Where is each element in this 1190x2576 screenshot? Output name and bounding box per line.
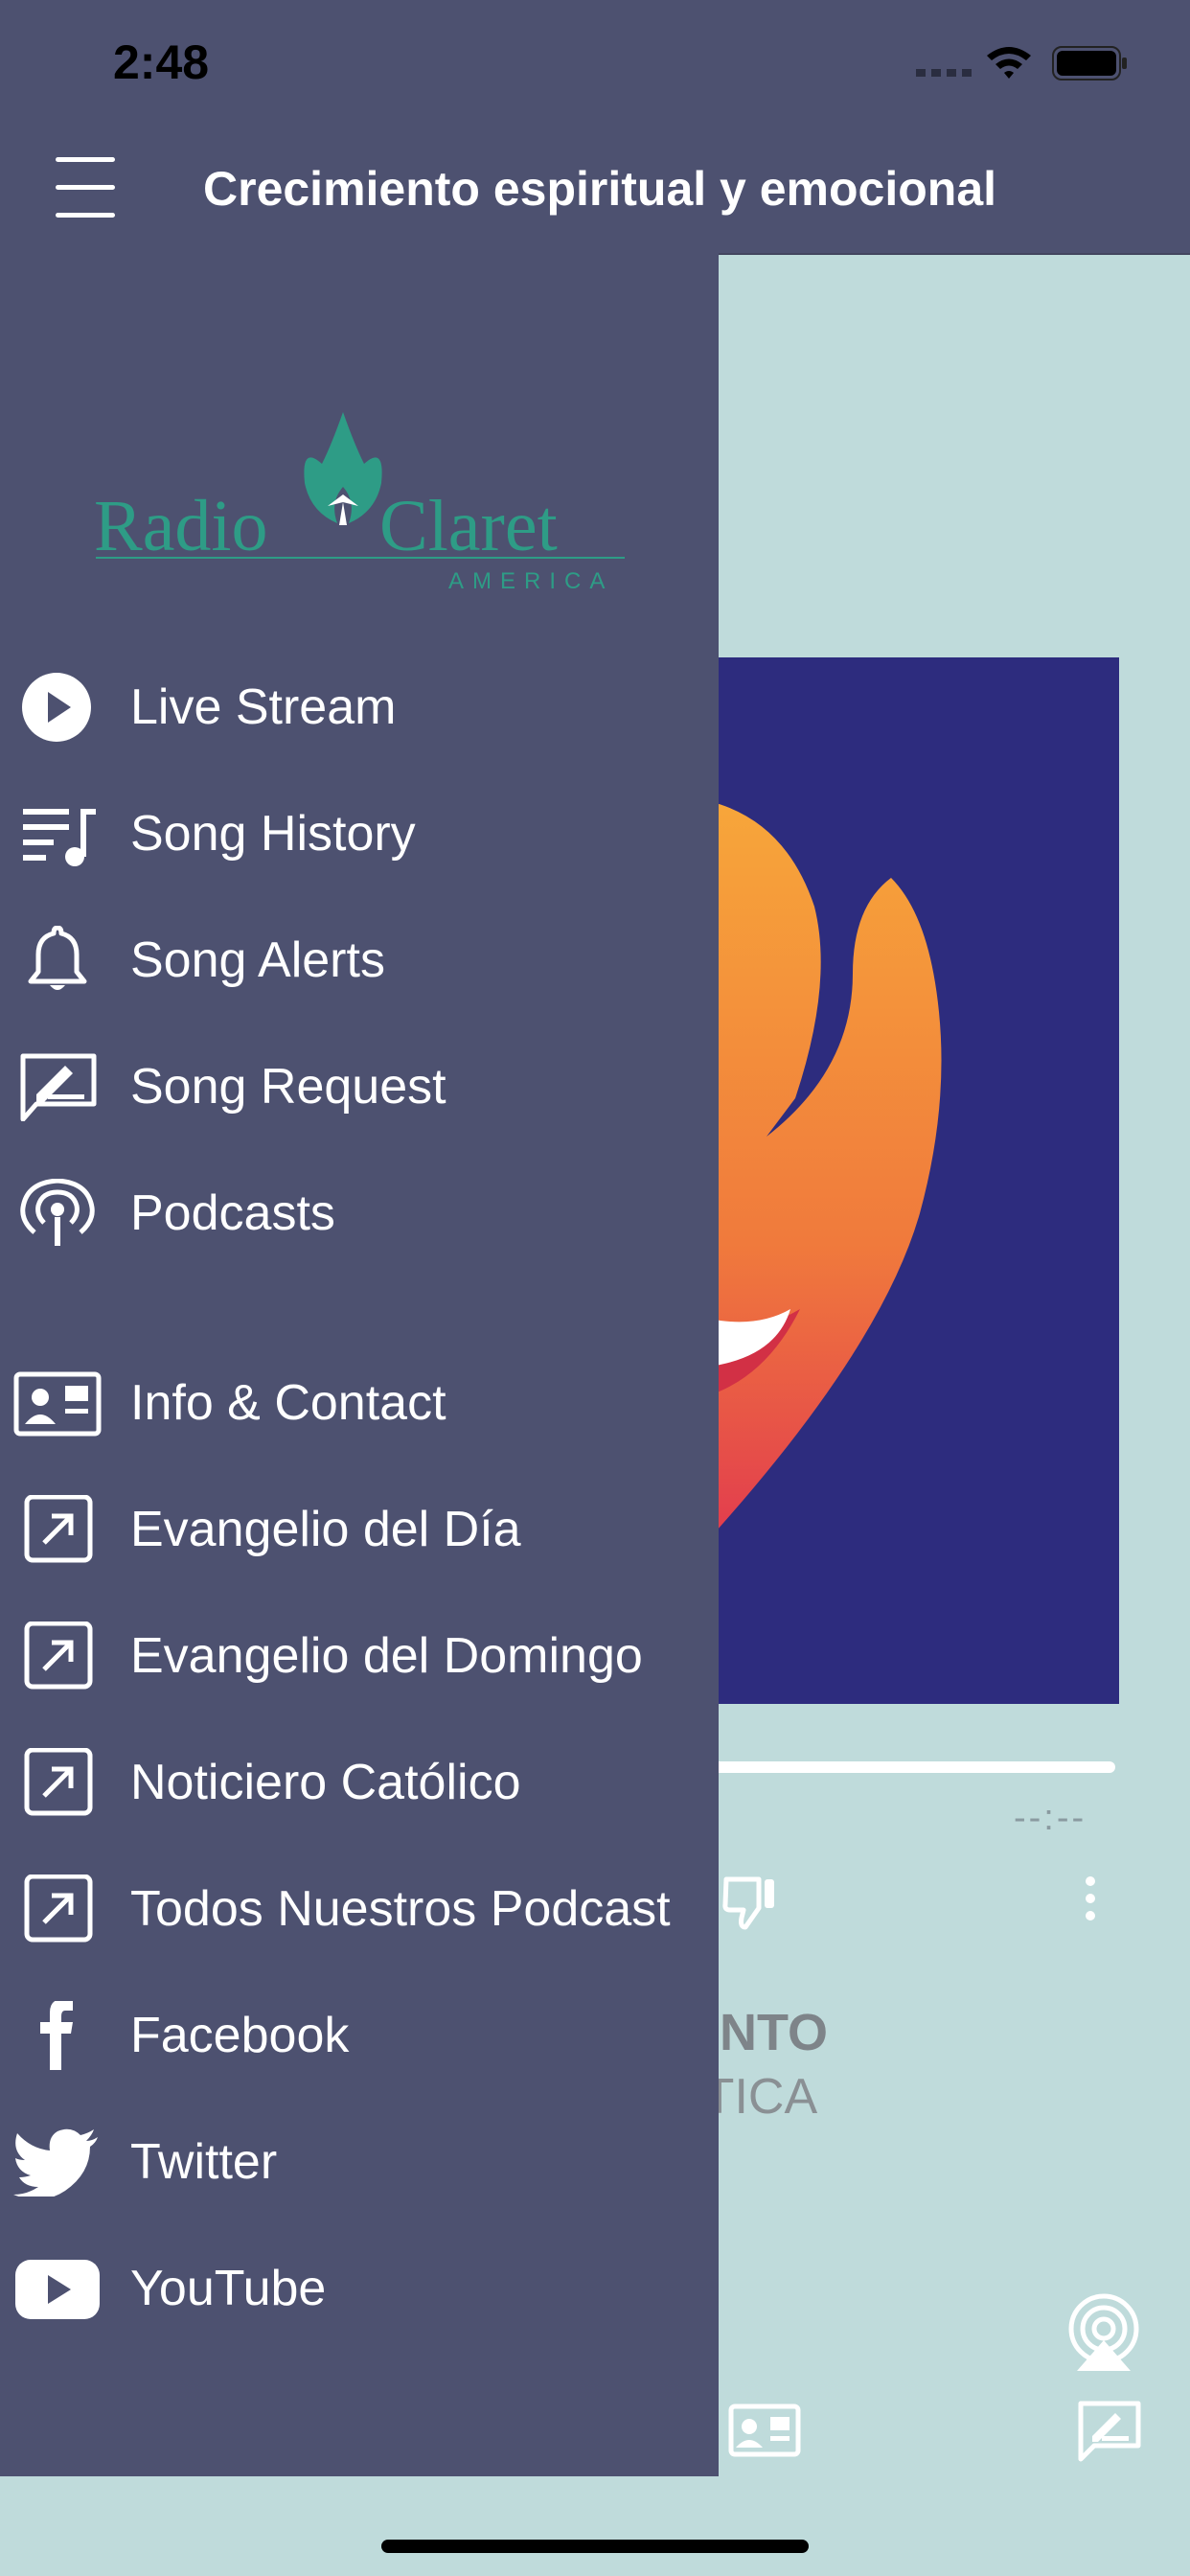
menu-item-podcasts[interactable]: Podcasts — [0, 1160, 719, 1265]
app-header: Crecimiento espiritual y emocional — [0, 134, 1190, 255]
external-link-icon — [24, 1748, 93, 1816]
external-link-icon — [24, 1874, 93, 1943]
menu-item-evangelio-del-dia[interactable]: Evangelio del Día — [0, 1476, 719, 1581]
menu-item-noticiero-catolico[interactable]: Noticiero Católico — [0, 1729, 719, 1834]
menu-item-label: Info & Contact — [130, 1375, 446, 1431]
menu-item-evangelio-del-domingo[interactable]: Evangelio del Domingo — [0, 1602, 719, 1708]
cellular-signal-icon — [916, 69, 972, 77]
time-remaining: --:-- — [1014, 1798, 1087, 1838]
menu-item-label: Live Stream — [130, 679, 397, 735]
status-time: 2:48 — [113, 35, 210, 89]
flame-logo-artwork — [709, 801, 942, 1539]
menu-item-label: Song Alerts — [130, 932, 385, 988]
svg-text:AMERICA: AMERICA — [448, 568, 613, 594]
menu-item-label: Evangelio del Día — [130, 1502, 521, 1557]
progress-bar[interactable] — [709, 1761, 1115, 1773]
battery-icon — [1052, 46, 1127, 80]
play-circle-icon — [22, 673, 91, 742]
music-list-icon — [23, 809, 96, 866]
external-link-icon — [24, 1622, 93, 1690]
svg-text:Radio: Radio — [94, 486, 268, 566]
menu-item-label: Podcasts — [130, 1185, 335, 1241]
more-options-icon[interactable] — [1071, 1874, 1110, 1927]
menu-icon[interactable] — [56, 157, 115, 218]
navigation-drawer: Radio Claret AMERICA Live Stream Song Hi… — [0, 253, 719, 2476]
album-art — [709, 657, 1119, 1704]
svg-text:Claret: Claret — [379, 486, 558, 566]
menu-item-song-history[interactable]: Song History — [0, 780, 719, 886]
home-indicator — [381, 2540, 809, 2553]
contact-card-icon — [13, 1371, 102, 1437]
menu-item-label: Facebook — [130, 2008, 350, 2063]
airplay-icon[interactable] — [1064, 2292, 1144, 2373]
external-link-icon — [24, 1495, 93, 1563]
menu-item-todos-nuestros-podcast[interactable]: Todos Nuestros Podcast — [0, 1855, 719, 1961]
menu-item-song-request[interactable]: Song Request — [0, 1033, 719, 1138]
podcast-icon — [20, 1179, 95, 1246]
menu-item-youtube[interactable]: YouTube — [0, 2235, 719, 2340]
wifi-icon — [987, 47, 1031, 79]
youtube-icon — [15, 2260, 100, 2319]
menu-item-label: Song Request — [130, 1059, 446, 1115]
menu-item-live-stream[interactable]: Live Stream — [0, 654, 719, 759]
request-icon — [20, 1053, 97, 1121]
menu-item-twitter[interactable]: Twitter — [0, 2108, 719, 2214]
facebook-icon — [40, 2001, 73, 2070]
bell-icon — [28, 926, 87, 990]
request-icon[interactable] — [1077, 2400, 1142, 2463]
menu-item-label: Evangelio del Domingo — [130, 1628, 643, 1684]
status-bar: 2:48 — [0, 0, 1190, 134]
thumbs-down-icon[interactable] — [721, 1874, 780, 1933]
twitter-icon — [13, 2128, 98, 2196]
radio-claret-logo: Radio Claret AMERICA — [94, 412, 625, 594]
menu-item-label: Noticiero Católico — [130, 1755, 521, 1810]
menu-item-info-contact[interactable]: Info & Contact — [0, 1349, 719, 1455]
menu-item-song-alerts[interactable]: Song Alerts — [0, 907, 719, 1012]
menu-item-label: Twitter — [130, 2134, 278, 2190]
menu-item-label: YouTube — [130, 2261, 327, 2316]
menu-item-label: Todos Nuestros Podcast — [130, 1881, 671, 1937]
menu-item-label: Song History — [130, 806, 416, 862]
menu-item-facebook[interactable]: Facebook — [0, 1982, 719, 2087]
contact-card-icon[interactable] — [728, 2404, 801, 2457]
page-title: Crecimiento espiritual y emocional — [203, 162, 997, 216]
